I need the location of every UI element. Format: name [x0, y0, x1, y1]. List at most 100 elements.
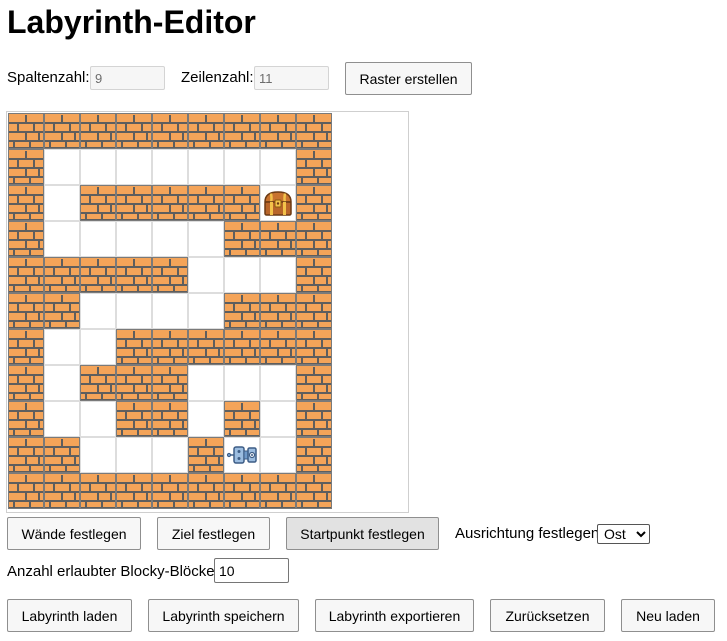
- maze-cell-wall[interactable]: [8, 293, 44, 329]
- maze-cell-wall[interactable]: [224, 185, 260, 221]
- maze-cell-wall[interactable]: [224, 401, 260, 437]
- maze-cell-wall[interactable]: [296, 185, 332, 221]
- maze-cell-wall[interactable]: [8, 257, 44, 293]
- maze-cell-wall[interactable]: [260, 113, 296, 149]
- maze-cell-wall[interactable]: [296, 437, 332, 473]
- maze-cell-floor[interactable]: [188, 221, 224, 257]
- maze-cell-wall[interactable]: [188, 329, 224, 365]
- maze-cell-floor[interactable]: [224, 257, 260, 293]
- maze-cell-floor[interactable]: [224, 365, 260, 401]
- maze-cell-floor[interactable]: [80, 293, 116, 329]
- maze-cell-wall[interactable]: [152, 113, 188, 149]
- maze-cell-wall[interactable]: [44, 113, 80, 149]
- reset-button[interactable]: Zurücksetzen: [490, 599, 605, 632]
- maze-cell-floor[interactable]: [44, 185, 80, 221]
- maze-cell-wall[interactable]: [188, 113, 224, 149]
- maze-cell-wall[interactable]: [8, 437, 44, 473]
- maze-cell-floor[interactable]: [116, 437, 152, 473]
- maze-cell-wall[interactable]: [296, 293, 332, 329]
- maze-cell-floor[interactable]: [260, 257, 296, 293]
- set-walls-button[interactable]: Wände festlegen: [7, 517, 141, 550]
- maze-cell-wall[interactable]: [296, 221, 332, 257]
- maze-cell-wall[interactable]: [80, 113, 116, 149]
- maze-cell-wall[interactable]: [224, 293, 260, 329]
- maze-cell-wall[interactable]: [296, 149, 332, 185]
- maze-cell-wall[interactable]: [116, 365, 152, 401]
- maze-cell-wall[interactable]: [116, 257, 152, 293]
- maze-cell-wall[interactable]: [116, 473, 152, 509]
- maze-cell-goal[interactable]: [260, 185, 296, 221]
- maze-cell-wall[interactable]: [8, 329, 44, 365]
- maze-cell-floor[interactable]: [116, 221, 152, 257]
- maze-cell-floor[interactable]: [80, 149, 116, 185]
- maze-cell-floor[interactable]: [188, 149, 224, 185]
- maze-cell-wall[interactable]: [8, 401, 44, 437]
- reload-button[interactable]: Neu laden: [621, 599, 715, 632]
- maze-cell-floor[interactable]: [44, 221, 80, 257]
- maze-cell-floor[interactable]: [188, 365, 224, 401]
- maze-cell-floor[interactable]: [116, 149, 152, 185]
- maze-cell-floor[interactable]: [80, 329, 116, 365]
- maze-cell-wall[interactable]: [152, 257, 188, 293]
- maze-cell-start[interactable]: [224, 437, 260, 473]
- create-grid-button[interactable]: Raster erstellen: [345, 62, 472, 95]
- orientation-select[interactable]: Ost: [597, 524, 650, 544]
- columns-input[interactable]: [90, 66, 165, 90]
- maze-cell-wall[interactable]: [296, 329, 332, 365]
- maze-cell-wall[interactable]: [152, 365, 188, 401]
- maze-cell-wall[interactable]: [80, 185, 116, 221]
- maze-cell-wall[interactable]: [296, 257, 332, 293]
- maze-cell-floor[interactable]: [44, 365, 80, 401]
- maze-cell-wall[interactable]: [8, 185, 44, 221]
- maze-cell-wall[interactable]: [80, 473, 116, 509]
- maze-cell-wall[interactable]: [116, 329, 152, 365]
- blocks-limit-input[interactable]: [214, 558, 289, 583]
- maze-cell-wall[interactable]: [8, 221, 44, 257]
- maze-cell-wall[interactable]: [152, 473, 188, 509]
- maze-cell-floor[interactable]: [80, 401, 116, 437]
- maze-cell-wall[interactable]: [116, 401, 152, 437]
- maze-cell-wall[interactable]: [8, 113, 44, 149]
- maze-cell-wall[interactable]: [8, 473, 44, 509]
- maze-cell-wall[interactable]: [44, 293, 80, 329]
- maze-cell-floor[interactable]: [152, 221, 188, 257]
- maze-cell-floor[interactable]: [260, 401, 296, 437]
- maze-cell-floor[interactable]: [260, 149, 296, 185]
- maze-cell-wall[interactable]: [188, 473, 224, 509]
- maze-cell-wall[interactable]: [260, 473, 296, 509]
- rows-input[interactable]: [254, 66, 329, 90]
- maze-cell-wall[interactable]: [260, 293, 296, 329]
- maze-cell-wall[interactable]: [8, 365, 44, 401]
- maze-cell-wall[interactable]: [8, 149, 44, 185]
- maze-cell-wall[interactable]: [296, 365, 332, 401]
- maze-cell-wall[interactable]: [80, 365, 116, 401]
- maze-cell-wall[interactable]: [188, 185, 224, 221]
- maze-cell-floor[interactable]: [188, 401, 224, 437]
- maze-cell-wall[interactable]: [116, 113, 152, 149]
- maze-cell-floor[interactable]: [80, 437, 116, 473]
- maze-cell-wall[interactable]: [296, 401, 332, 437]
- maze-cell-floor[interactable]: [188, 293, 224, 329]
- maze-cell-wall[interactable]: [260, 221, 296, 257]
- maze-cell-wall[interactable]: [224, 329, 260, 365]
- maze-cell-floor[interactable]: [80, 221, 116, 257]
- maze-cell-floor[interactable]: [116, 293, 152, 329]
- maze-cell-floor[interactable]: [260, 437, 296, 473]
- load-maze-button[interactable]: Labyrinth laden: [7, 599, 132, 632]
- maze-cell-wall[interactable]: [44, 437, 80, 473]
- maze-cell-floor[interactable]: [188, 257, 224, 293]
- maze-cell-wall[interactable]: [152, 185, 188, 221]
- maze-cell-floor[interactable]: [44, 149, 80, 185]
- export-maze-button[interactable]: Labyrinth exportieren: [315, 599, 474, 632]
- set-goal-button[interactable]: Ziel festlegen: [157, 517, 270, 550]
- maze-cell-wall[interactable]: [260, 329, 296, 365]
- maze-cell-wall[interactable]: [224, 221, 260, 257]
- maze-cell-floor[interactable]: [152, 149, 188, 185]
- maze-cell-floor[interactable]: [260, 365, 296, 401]
- set-start-button[interactable]: Startpunkt festlegen: [286, 517, 439, 550]
- maze-cell-wall[interactable]: [296, 113, 332, 149]
- save-maze-button[interactable]: Labyrinth speichern: [148, 599, 299, 632]
- maze-cell-wall[interactable]: [152, 329, 188, 365]
- maze-cell-wall[interactable]: [44, 473, 80, 509]
- maze-cell-wall[interactable]: [80, 257, 116, 293]
